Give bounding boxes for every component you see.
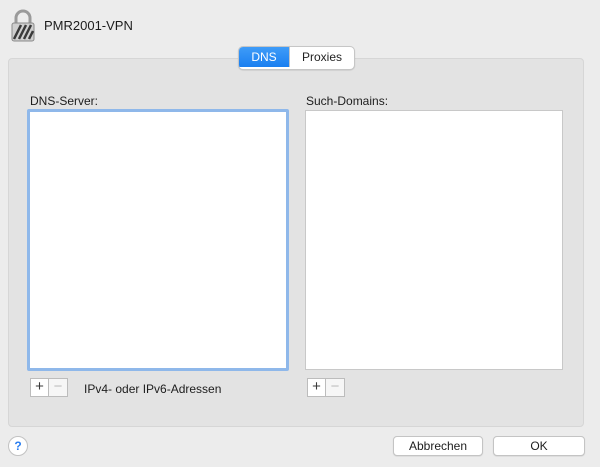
remove-dns-server-button[interactable]: − xyxy=(49,378,68,397)
search-domains-list[interactable] xyxy=(305,110,563,370)
window-title: PMR2001-VPN xyxy=(44,18,133,33)
dns-server-hint: IPv4- oder IPv6-Adressen xyxy=(84,382,222,396)
dns-server-label: DNS-Server: xyxy=(30,94,99,108)
cancel-button[interactable]: Abbrechen xyxy=(393,436,483,456)
add-search-domain-button[interactable]: + xyxy=(307,378,326,397)
ok-button[interactable]: OK xyxy=(493,436,585,456)
help-button[interactable]: ? xyxy=(8,436,28,456)
add-dns-server-button[interactable]: + xyxy=(30,378,49,397)
header xyxy=(8,8,38,44)
tab-dns[interactable]: DNS xyxy=(239,47,289,67)
tab-bar: DNS Proxies xyxy=(238,46,355,70)
tab-proxies[interactable]: Proxies xyxy=(289,47,354,67)
dns-server-list[interactable] xyxy=(27,109,289,371)
search-domain-buttons: + − xyxy=(307,378,345,397)
lock-icon xyxy=(11,9,35,42)
remove-search-domain-button[interactable]: − xyxy=(326,378,345,397)
dns-settings-window: PMR2001-VPN DNS Proxies DNS-Server: Such… xyxy=(0,0,600,467)
dns-server-buttons: + − xyxy=(30,378,68,397)
search-domains-label: Such-Domains: xyxy=(306,94,389,108)
